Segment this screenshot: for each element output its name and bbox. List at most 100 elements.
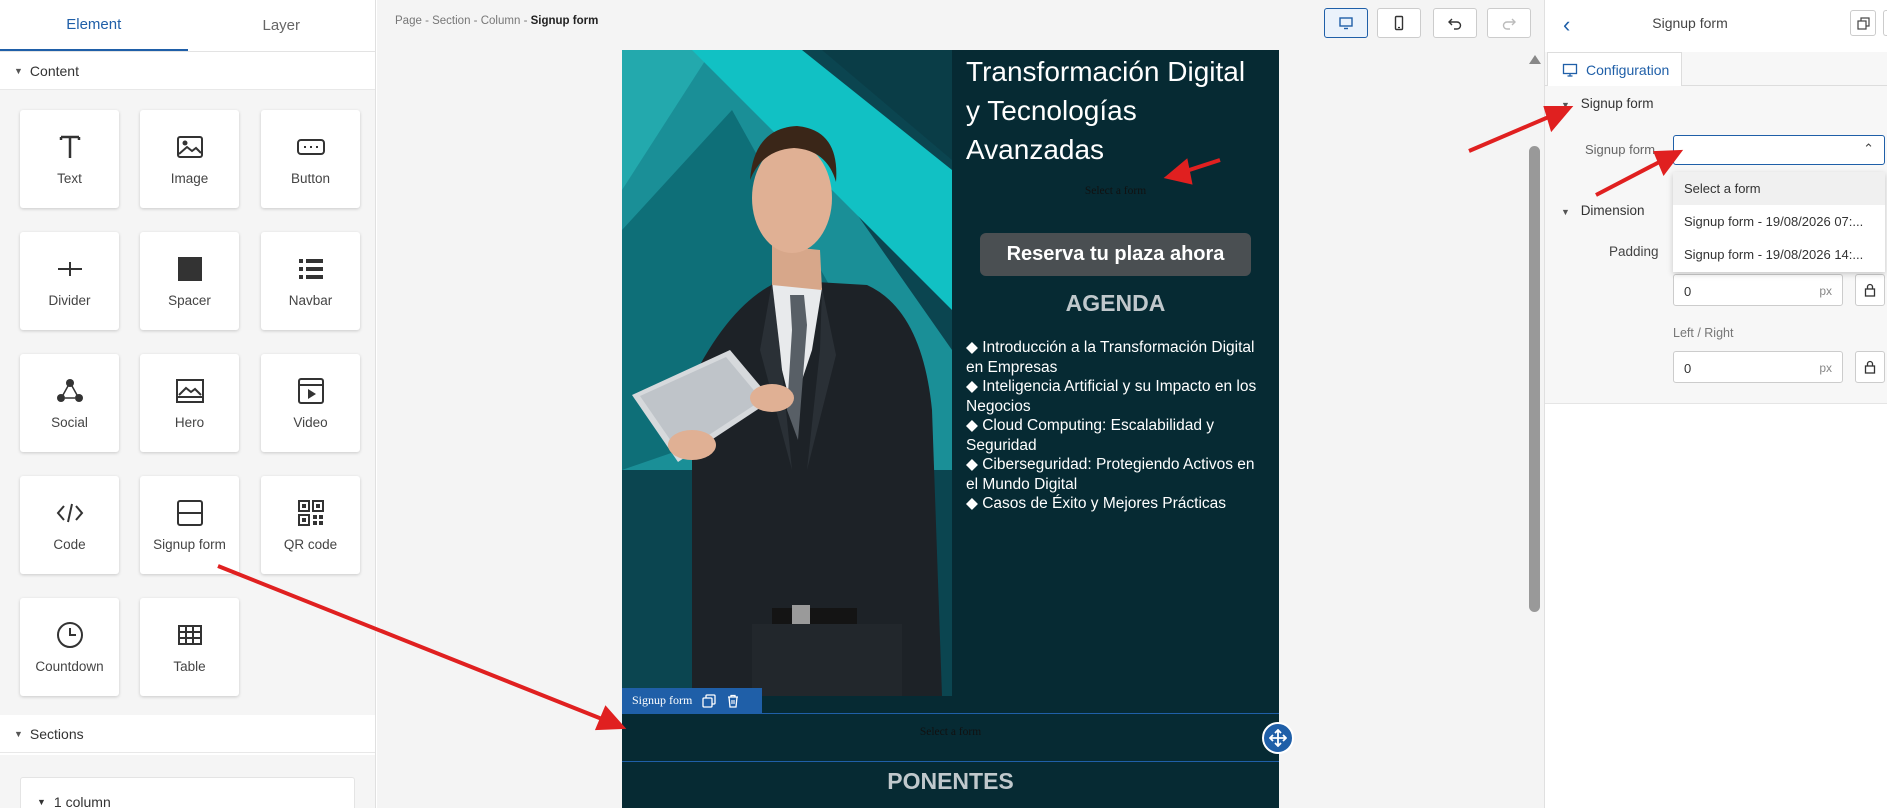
signup-form-placeholder[interactable]: Select a form [952, 185, 1279, 197]
signup-form-field-label: Signup form [1585, 142, 1656, 157]
table-icon [177, 625, 202, 645]
caret-down-icon: ▼ [37, 797, 46, 807]
mobile-icon [1394, 15, 1404, 31]
tile-label: Spacer [168, 293, 211, 308]
text-icon [59, 135, 80, 158]
qr-code-icon [297, 500, 324, 526]
section-item-1-column[interactable]: ▼ 1 column [20, 777, 355, 808]
signup-form-placeholder: Select a form [919, 726, 982, 738]
agenda-item: ◆ Introducción a la Transformación Digit… [966, 339, 1255, 376]
social-icon [56, 379, 83, 402]
move-handle[interactable] [1262, 722, 1294, 754]
tab-element[interactable]: Element [0, 0, 188, 51]
agenda-item: ◆ Inteligencia Artificial y su Impacto e… [966, 378, 1257, 415]
sections-section-header[interactable]: ▼ Sections [0, 715, 375, 753]
editor-root: Element Layer ▼ Content Text Image Butto… [0, 0, 1887, 808]
trash-icon[interactable] [726, 694, 740, 708]
caret-down-icon: ▼ [14, 65, 23, 76]
padding-label: Padding [1609, 244, 1659, 259]
reserve-seat-button[interactable]: Reserva tu plaza ahora [980, 233, 1251, 276]
tile-social[interactable]: Social [20, 354, 119, 452]
caret-down-icon: ▼ [1561, 207, 1570, 217]
speakers-title[interactable]: PONENTES [622, 768, 1279, 795]
content-section-header[interactable]: ▼ Content [0, 52, 375, 90]
padding-top-input[interactable]: 0 px [1673, 274, 1843, 306]
signup-form-group-header[interactable]: ▼ Signup form [1561, 96, 1653, 111]
tile-label: Table [173, 659, 206, 674]
hero-image-businessman[interactable] [622, 50, 952, 696]
businessman-photo [622, 50, 952, 696]
text-column[interactable]: Transformación Digital y Tecnologías Ava… [952, 50, 1279, 696]
breadcrumb-section[interactable]: Section [432, 15, 470, 27]
navbar-icon [298, 259, 323, 279]
tile-button[interactable]: Button [261, 110, 360, 208]
tile-label: Code [53, 537, 86, 552]
input-value: 0 [1684, 361, 1692, 376]
tab-layer[interactable]: Layer [188, 0, 376, 51]
tile-text[interactable]: Text [20, 110, 119, 208]
dropdown-option[interactable]: Signup form - 19/08/2026 14:... [1673, 238, 1885, 271]
tile-label: Image [170, 171, 209, 186]
more-button-edge[interactable] [1883, 10, 1887, 36]
tile-divider[interactable]: Divider [20, 232, 119, 330]
padding-top-lock-button[interactable] [1855, 274, 1885, 306]
breadcrumb-separator: - [425, 15, 429, 27]
email-page-preview: Transformación Digital y Tecnologías Ava… [622, 50, 1279, 808]
agenda-list[interactable]: ◆ Introducción a la Transformación Digit… [966, 338, 1266, 514]
tile-countdown[interactable]: Countdown [20, 598, 119, 696]
agenda-title[interactable]: AGENDA [952, 290, 1279, 317]
button-icon [296, 139, 325, 155]
tile-label: QR code [283, 537, 338, 552]
tile-navbar[interactable]: Navbar [261, 232, 360, 330]
dropdown-option[interactable]: Signup form - 19/08/2026 07:... [1673, 205, 1885, 238]
padding-left-right-lock-button[interactable] [1855, 351, 1885, 383]
scroll-up-arrow-icon[interactable] [1529, 55, 1541, 64]
tile-label: Signup form [153, 537, 226, 552]
canvas-scrollbar-thumb[interactable] [1529, 146, 1540, 612]
move-icon [1269, 729, 1287, 747]
dimension-group-header[interactable]: ▼ Dimension [1561, 203, 1644, 218]
signup-form-select[interactable]: ⌃ [1673, 135, 1885, 165]
tile-qr-code[interactable]: QR code [261, 476, 360, 574]
redo-button[interactable] [1487, 8, 1531, 38]
duplicate-icon[interactable] [702, 693, 716, 708]
group-label: Dimension [1580, 203, 1645, 218]
agenda-item: ◆ Ciberseguridad: Protegiendo Activos en… [966, 456, 1255, 493]
duplicate-block-button[interactable] [1850, 10, 1876, 36]
tile-image[interactable]: Image [140, 110, 239, 208]
mobile-view-button[interactable] [1377, 8, 1421, 38]
breadcrumb-separator: - [473, 15, 478, 27]
right-panel: ‹ Signup form Configuration ▼ Signup for… [1544, 0, 1887, 808]
countdown-icon [56, 622, 83, 648]
video-icon [297, 378, 324, 404]
tile-video[interactable]: Video [261, 354, 360, 452]
breadcrumb-column[interactable]: Column [481, 15, 521, 27]
caret-down-icon: ▼ [1561, 100, 1570, 110]
hero-heading[interactable]: Transformación Digital y Tecnologías Ava… [966, 52, 1266, 169]
signup-form-dropdown: Select a form Signup form - 19/08/2026 0… [1673, 172, 1885, 272]
selected-block-label: Signup form [632, 693, 693, 707]
tile-label: Text [57, 171, 82, 186]
undo-button[interactable] [1433, 8, 1477, 38]
desktop-view-button[interactable] [1324, 8, 1368, 38]
tile-label: Social [51, 415, 88, 430]
editor-canvas: Page - Section - Column - Signup form Tr… [377, 0, 1544, 808]
agenda-item: ◆ Cloud Computing: Escalabilidad y Segur… [966, 417, 1214, 454]
selected-signup-form-block[interactable]: Select a form [622, 713, 1279, 762]
group-label: Signup form [1580, 96, 1654, 111]
padding-left-right-input[interactable]: 0 px [1673, 351, 1843, 383]
breadcrumb-current: Signup form [530, 15, 599, 27]
image-icon [176, 136, 203, 158]
caret-down-icon: ▼ [14, 728, 23, 739]
desktop-icon [1339, 17, 1353, 30]
tile-code[interactable]: Code [20, 476, 119, 574]
tile-signup-form[interactable]: Signup form [140, 476, 239, 574]
tile-spacer[interactable]: Spacer [140, 232, 239, 330]
tile-table[interactable]: Table [140, 598, 239, 696]
sections-section-label: Sections [29, 725, 84, 742]
dropdown-option[interactable]: Select a form [1673, 172, 1885, 205]
breadcrumb-page[interactable]: Page [395, 15, 422, 27]
tile-hero[interactable]: Hero [140, 354, 239, 452]
lock-icon [1864, 283, 1876, 297]
tab-configuration[interactable]: Configuration [1547, 52, 1682, 87]
